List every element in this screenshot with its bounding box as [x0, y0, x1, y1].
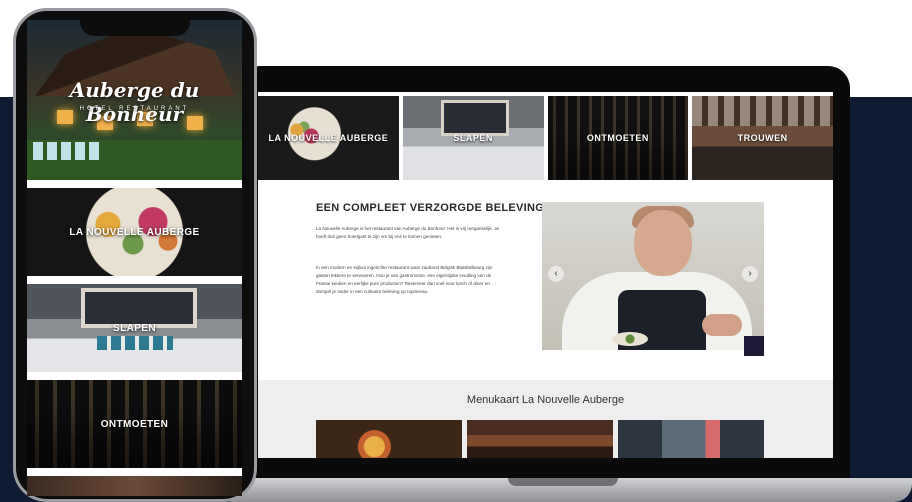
section-label: LA NOUVELLE AUBERGE — [69, 226, 200, 238]
intro-heading: EEN COMPLEET VERZORGDE BELEVING — [316, 202, 545, 214]
tile-label: ONTMOETEN — [586, 133, 649, 143]
intro-paragraph-1: La Nouvelle Auberge is het restaurant va… — [316, 226, 500, 239]
menu-image-dish[interactable] — [316, 420, 462, 458]
section-label: SLAPEN — [113, 322, 156, 334]
category-tiles: LA NOUVELLE AUBERGE SLAPEN ONTMOETEN TRO… — [258, 96, 833, 180]
hotel-logo[interactable]: Auberge du Bonheur — [27, 78, 242, 126]
tile-trouwen[interactable]: TROUWEN — [692, 96, 833, 180]
laptop-screen: LA NOUVELLE AUBERGE SLAPEN ONTMOETEN TRO… — [258, 92, 833, 458]
menu-image-interior[interactable] — [467, 420, 613, 458]
hotel-logo-subtitle: HOTEL RESTAURANT — [79, 106, 190, 112]
menu-heading: Menukaart La Nouvelle Auberge — [466, 394, 625, 406]
chef-carousel-image: ‹ › — [542, 202, 764, 350]
tile-label: LA NOUVELLE AUBERGE — [268, 133, 389, 143]
phone-section-la-nouvelle-auberge[interactable]: LA NOUVELLE AUBERGE — [27, 188, 242, 276]
section-label: ONTMOETEN — [100, 418, 169, 430]
tile-label: TROUWEN — [737, 133, 788, 143]
tile-slapen[interactable]: SLAPEN — [402, 96, 544, 180]
intro-paragraph-2: In een modern en stijlvol ingerichte res… — [316, 265, 493, 294]
tile-label: SLAPEN — [453, 133, 493, 143]
phone-section-ontmoeten[interactable]: ONTMOETEN — [27, 380, 242, 468]
phone-screen: Auberge du Bonheur HOTEL RESTAURANT LA N… — [27, 20, 242, 496]
phone-notch — [80, 20, 190, 36]
carousel-prev-icon[interactable]: ‹ — [548, 266, 564, 282]
terrace-chairs — [33, 142, 103, 160]
chef-face — [634, 210, 692, 276]
laptop-hinge-notch — [508, 478, 618, 486]
tile-la-nouvelle-auberge[interactable]: LA NOUVELLE AUBERGE — [258, 96, 399, 180]
tile-ontmoeten[interactable]: ONTMOETEN — [547, 96, 689, 180]
phone-section-slapen[interactable]: SLAPEN — [27, 284, 242, 372]
chef-plate — [612, 332, 648, 346]
phone-section-next[interactable] — [27, 476, 242, 496]
carousel-next-icon[interactable]: › — [742, 266, 758, 282]
hotel-hero-image: Auberge du Bonheur HOTEL RESTAURANT — [27, 20, 242, 180]
carousel-corner-badge — [744, 336, 764, 356]
chef-hand — [702, 314, 742, 336]
menu-image-restaurant[interactable] — [618, 420, 764, 458]
